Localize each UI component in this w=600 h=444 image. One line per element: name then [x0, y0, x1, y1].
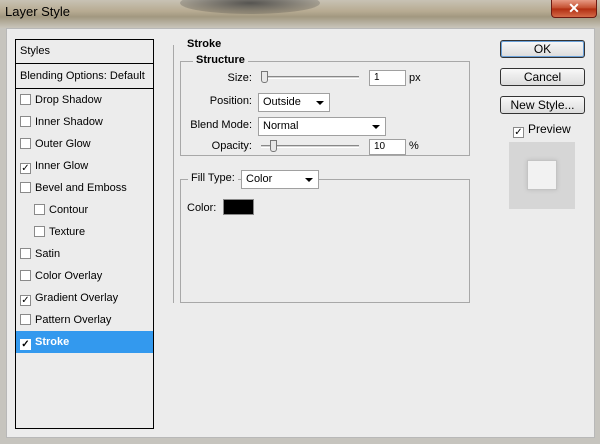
fill-type-group — [180, 179, 470, 303]
style-item-label: Texture — [49, 226, 86, 238]
new-style-button[interactable]: New Style... — [500, 96, 585, 114]
style-item-label: Bevel and Emboss — [35, 182, 127, 194]
chevron-down-icon — [372, 125, 380, 129]
opacity-label: Opacity: — [211, 140, 252, 152]
chevron-down-icon — [316, 101, 324, 105]
opacity-unit: % — [409, 140, 419, 152]
style-checkbox[interactable] — [20, 116, 31, 127]
preview-swatch — [527, 160, 557, 190]
style-item-outer-glow[interactable]: Outer Glow — [16, 133, 153, 155]
styles-header[interactable]: Styles — [16, 40, 153, 64]
style-item-inner-shadow[interactable]: Inner Shadow — [16, 111, 153, 133]
style-item-label: Drop Shadow — [35, 94, 102, 106]
style-item-drop-shadow[interactable]: Drop Shadow — [16, 89, 153, 111]
blend-mode-dropdown[interactable]: Normal — [258, 117, 386, 136]
preview-checkbox[interactable]: ✓ — [513, 127, 524, 138]
style-checkbox[interactable] — [20, 94, 31, 105]
fill-type-value: Color — [246, 173, 273, 185]
style-item-contour[interactable]: Contour — [16, 199, 153, 221]
style-checkbox[interactable]: ✓ — [20, 295, 31, 306]
preview-toggle[interactable]: ✓ Preview — [513, 122, 571, 138]
preview-label: Preview — [528, 122, 571, 136]
background-blur — [180, 0, 320, 14]
position-label: Position: — [209, 95, 252, 107]
ok-button[interactable]: OK — [500, 40, 585, 58]
preview-thumbnail — [509, 142, 575, 209]
blend-mode-label: Blend Mode: — [190, 119, 252, 131]
style-item-label: Satin — [35, 248, 61, 260]
style-item-pattern-overlay[interactable]: Pattern Overlay — [16, 309, 153, 331]
chevron-down-icon — [305, 178, 313, 182]
title-bar[interactable]: Layer Style ✕ — [0, 0, 600, 28]
color-label: Color: — [187, 202, 217, 214]
size-slider[interactable] — [261, 71, 359, 83]
window-frame-bottom — [0, 438, 600, 444]
style-checkbox[interactable] — [20, 248, 31, 259]
style-checkbox[interactable] — [34, 226, 45, 237]
style-item-label: Pattern Overlay — [35, 314, 112, 326]
position-value: Outside — [263, 96, 301, 108]
dialog-body: Styles Blending Options: Default Drop Sh… — [6, 28, 595, 438]
fill-type-label: Fill Type: — [188, 172, 238, 184]
style-checkbox[interactable] — [34, 204, 45, 215]
style-checkbox[interactable] — [20, 314, 31, 325]
blend-mode-value: Normal — [263, 120, 299, 132]
size-slider-thumb[interactable] — [261, 71, 268, 83]
style-item-label: Gradient Overlay — [35, 292, 119, 304]
style-item-label: Outer Glow — [35, 138, 91, 150]
size-label: Size: — [227, 72, 252, 84]
style-item-bevel-and-emboss[interactable]: Bevel and Emboss — [16, 177, 153, 199]
structure-group-title: Structure — [193, 54, 248, 66]
style-item-label: Inner Shadow — [35, 116, 103, 128]
style-checkbox[interactable]: ✓ — [20, 339, 31, 350]
size-input[interactable]: 1 — [369, 70, 406, 86]
opacity-slider[interactable] — [261, 140, 359, 152]
style-item-texture[interactable]: Texture — [16, 221, 153, 243]
style-checkbox[interactable] — [20, 270, 31, 281]
opacity-slider-thumb[interactable] — [270, 140, 277, 152]
style-item-label: Stroke — [35, 336, 70, 348]
blending-options-item[interactable]: Blending Options: Default — [16, 64, 153, 89]
style-item-label: Contour — [49, 204, 89, 216]
window-title: Layer Style — [5, 4, 71, 19]
fill-type-dropdown[interactable]: Color — [241, 170, 319, 189]
color-swatch[interactable] — [223, 199, 254, 215]
styles-list: Styles Blending Options: Default Drop Sh… — [15, 39, 154, 429]
style-item-satin[interactable]: Satin — [16, 243, 153, 265]
position-dropdown[interactable]: Outside — [258, 93, 330, 112]
style-item-label: Color Overlay — [35, 270, 103, 282]
style-item-inner-glow[interactable]: ✓ Inner Glow — [16, 155, 153, 177]
style-item-stroke[interactable]: ✓ Stroke — [16, 331, 153, 353]
cancel-button[interactable]: Cancel — [500, 68, 585, 86]
style-item-label: Inner Glow — [35, 160, 89, 172]
window-frame-right — [595, 28, 600, 444]
style-item-color-overlay[interactable]: Color Overlay — [16, 265, 153, 287]
opacity-input[interactable]: 10 — [369, 139, 406, 155]
style-checkbox[interactable] — [20, 182, 31, 193]
style-item-gradient-overlay[interactable]: ✓ Gradient Overlay — [16, 287, 153, 309]
size-unit: px — [409, 72, 421, 84]
style-checkbox[interactable] — [20, 138, 31, 149]
stroke-group-title: Stroke — [184, 38, 225, 50]
close-button[interactable]: ✕ — [551, 0, 597, 18]
style-checkbox[interactable]: ✓ — [20, 163, 31, 174]
